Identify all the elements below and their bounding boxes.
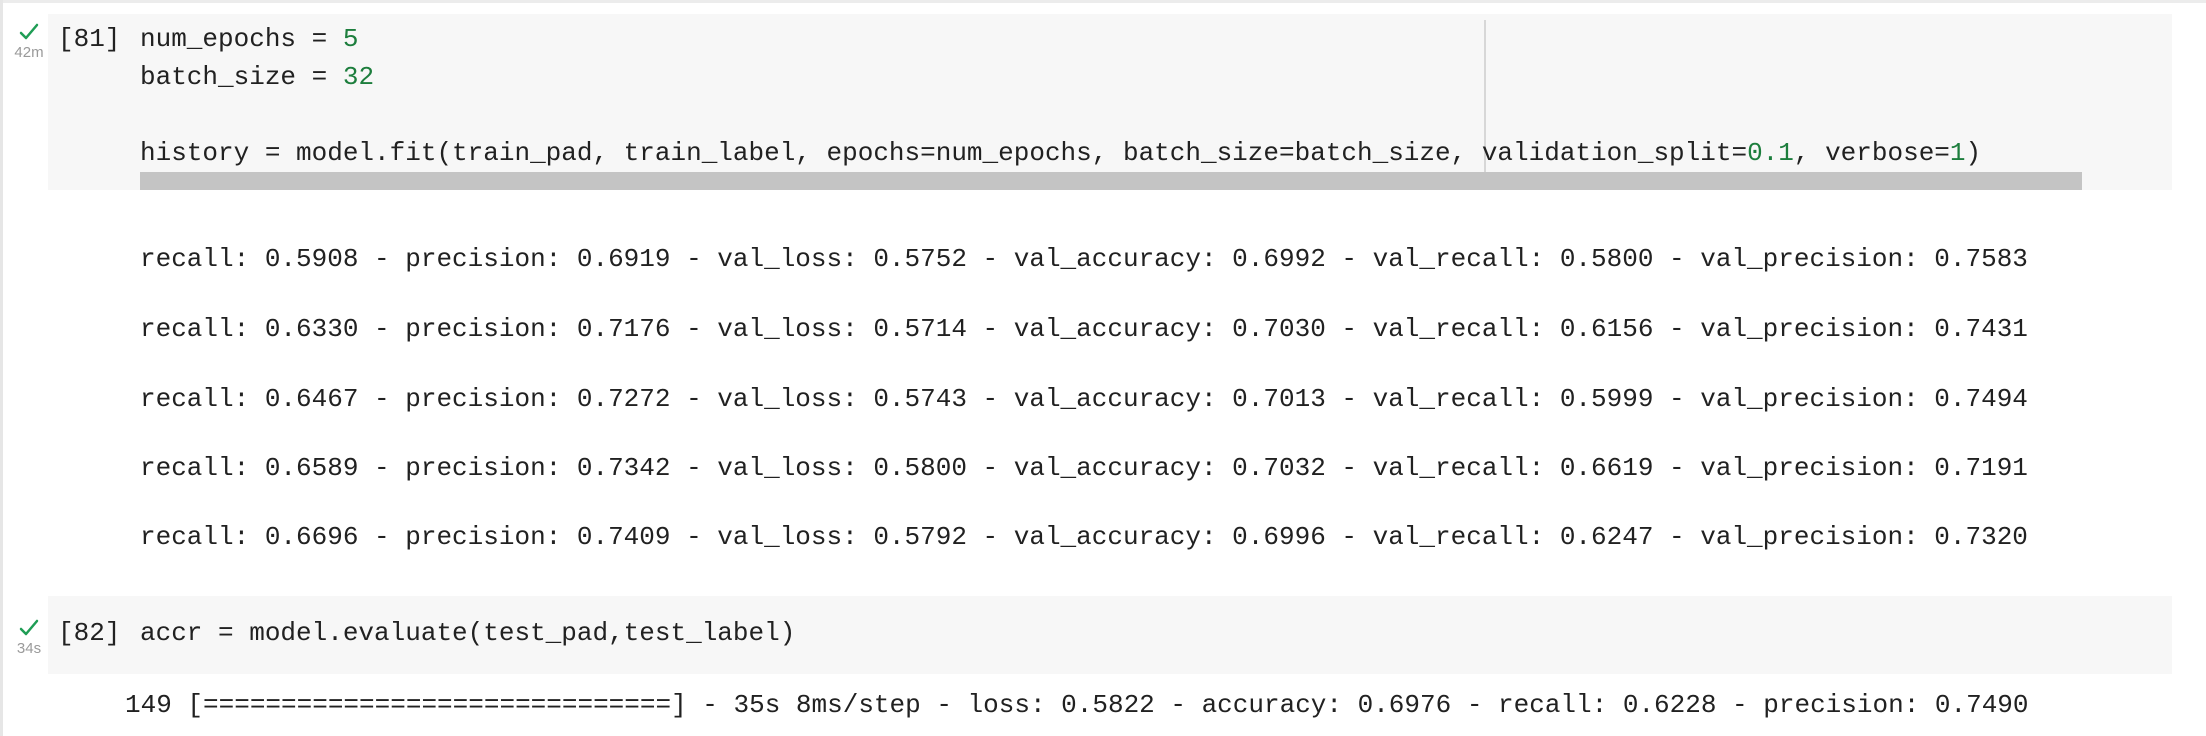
- code-line[interactable]: batch_size = 32: [140, 58, 374, 96]
- execution-count: [81]: [58, 24, 121, 54]
- check-icon: [19, 619, 39, 636]
- output-line: recall: 0.6696 - precision: 0.7409 - val…: [140, 522, 2028, 552]
- number-literal: 5: [342, 24, 359, 54]
- code-token: batch_size =: [140, 62, 343, 92]
- output-line: recall: 0.6467 - precision: 0.7272 - val…: [140, 384, 2028, 414]
- cell-status-82[interactable]: 34s: [8, 618, 50, 658]
- output-line: recall: 0.6589 - precision: 0.7342 - val…: [140, 453, 2028, 483]
- code-token: history = model.fit(train_pad, train_lab…: [140, 138, 1748, 168]
- code-cell-81[interactable]: 42m [81] num_epochs = 5 batch_size = 32 …: [0, 0, 2206, 600]
- execution-count: [82]: [58, 618, 121, 648]
- cell-status-81[interactable]: 42m: [8, 22, 50, 62]
- code-cell-82[interactable]: 34s [82] accr = model.evaluate(test_pad,…: [0, 596, 2206, 736]
- code-token: ): [1965, 138, 1982, 168]
- execution-time: 42m: [14, 44, 44, 61]
- code-token: , verbose=: [1793, 138, 1950, 168]
- code-line[interactable]: accr = model.evaluate(test_pad,test_labe…: [140, 614, 795, 652]
- number-literal: 0.1: [1747, 138, 1794, 168]
- execution-time: 34s: [16, 640, 42, 657]
- output-line: 149 [==============================] - 3…: [125, 690, 2029, 720]
- output-line: recall: 0.6330 - precision: 0.7176 - val…: [140, 314, 2028, 344]
- code-token: num_epochs =: [140, 24, 343, 54]
- output-line: recall: 0.5908 - precision: 0.6919 - val…: [140, 244, 2028, 274]
- check-icon: [19, 23, 39, 40]
- code-line[interactable]: num_epochs = 5: [140, 20, 358, 58]
- number-literal: 1: [1949, 138, 1966, 168]
- number-literal: 32: [342, 62, 375, 92]
- code-line[interactable]: history = model.fit(train_pad, train_lab…: [140, 134, 1981, 172]
- horizontal-scrollbar[interactable]: [140, 172, 2082, 190]
